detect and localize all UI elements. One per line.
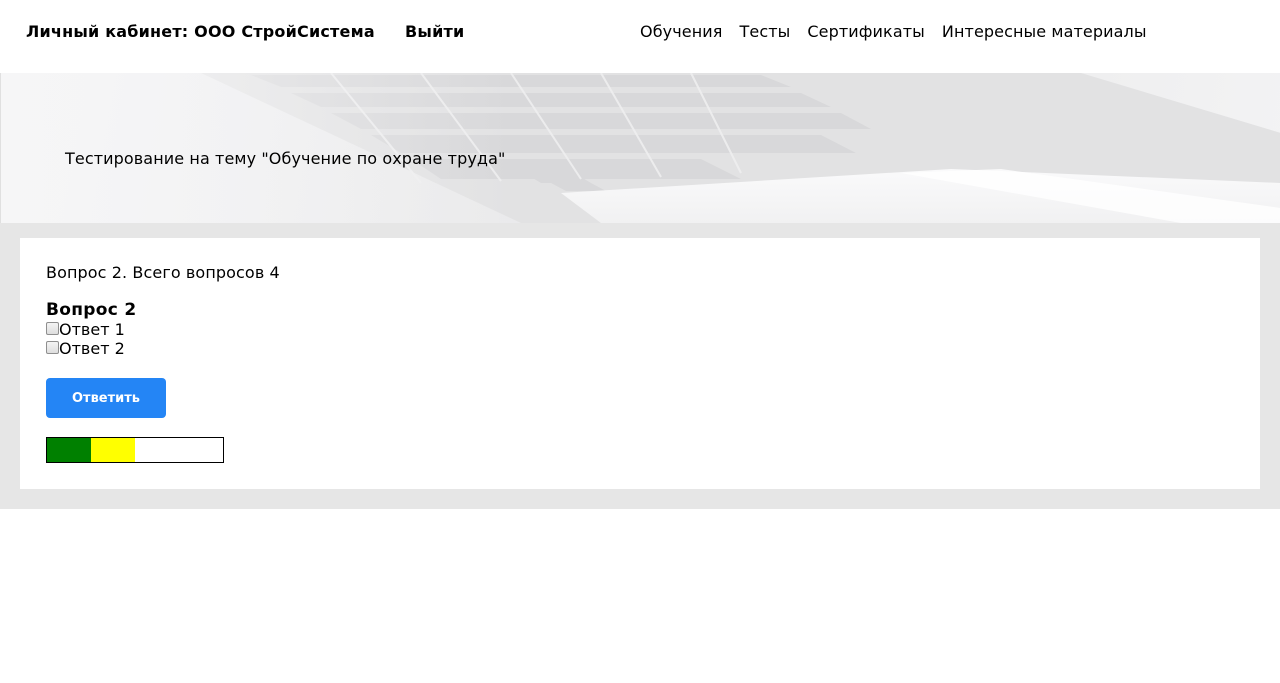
top-nav: Обучения Тесты Сертификаты Интересные ма… bbox=[640, 22, 1147, 41]
nav-link-tests[interactable]: Тесты bbox=[740, 22, 791, 41]
cabinet-title: Личный кабинет: ООО СтройСистема bbox=[26, 22, 375, 41]
answer-2-label: Ответ 2 bbox=[59, 339, 125, 358]
question-card: Вопрос 2. Всего вопросов 4 Вопрос 2 Отве… bbox=[20, 238, 1260, 489]
answer-2-checkbox[interactable] bbox=[46, 340, 59, 354]
answer-1-label: Ответ 1 bbox=[59, 320, 125, 339]
answer-1-checkbox[interactable] bbox=[46, 321, 59, 335]
progress-segment-pending bbox=[135, 438, 179, 462]
answer-option-2[interactable]: Ответ 2 bbox=[46, 339, 1234, 358]
nav-link-trainings[interactable]: Обучения bbox=[640, 22, 723, 41]
question-counter: Вопрос 2. Всего вопросов 4 bbox=[46, 263, 280, 282]
submit-answer-button[interactable]: Ответить bbox=[46, 378, 166, 418]
test-topic-title: Тестирование на тему "Обучение по охране… bbox=[65, 149, 506, 168]
progress-segment-pending bbox=[179, 438, 223, 462]
quiz-progress-bar bbox=[46, 437, 224, 463]
progress-segment-current bbox=[91, 438, 135, 462]
nav-link-materials[interactable]: Интересные материалы bbox=[942, 22, 1147, 41]
progress-segment-answered bbox=[47, 438, 91, 462]
logout-link[interactable]: Выйти bbox=[405, 22, 464, 41]
main-section: Вопрос 2. Всего вопросов 4 Вопрос 2 Отве… bbox=[0, 223, 1280, 509]
question-title: Вопрос 2 bbox=[46, 300, 137, 320]
hero-banner: Тестирование на тему "Обучение по охране… bbox=[0, 73, 1280, 223]
laptop-background-image bbox=[1, 73, 1280, 223]
site-header: Личный кабинет: ООО СтройСистема Выйти О… bbox=[0, 0, 1280, 73]
nav-link-certificates[interactable]: Сертификаты bbox=[807, 22, 925, 41]
answer-option-1[interactable]: Ответ 1 bbox=[46, 320, 1234, 339]
